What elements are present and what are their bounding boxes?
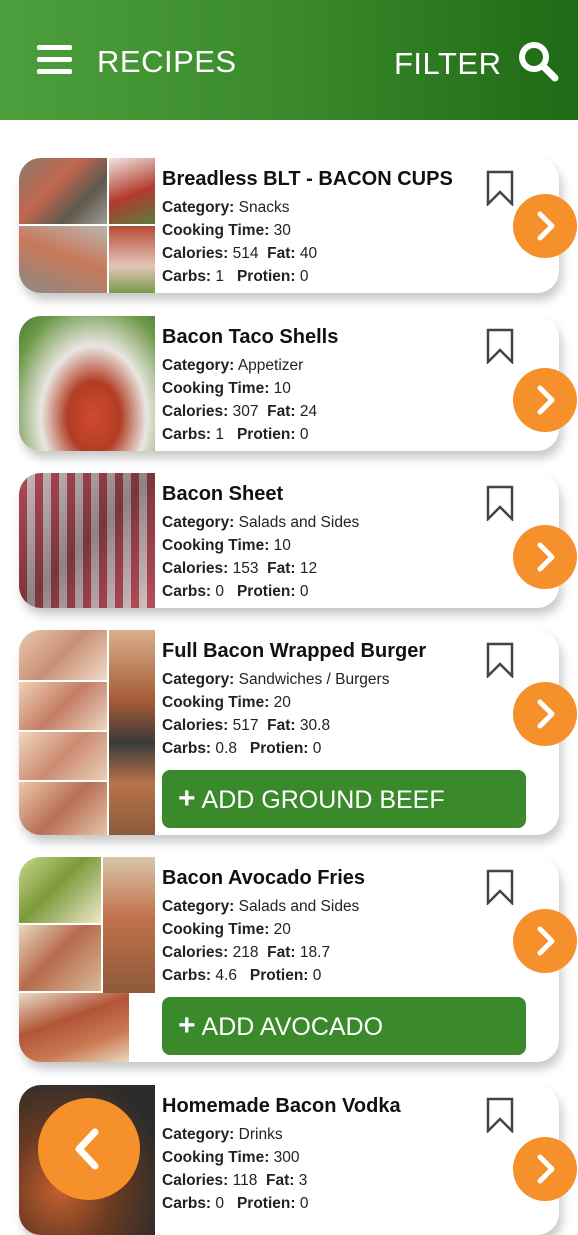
page-title: RECIPES [97,44,237,79]
chevron-right-icon [537,926,555,956]
bookmark-icon[interactable] [486,1097,514,1135]
bookmark-icon[interactable] [486,170,514,208]
recipe-category: Category: Salads and Sides [162,514,360,531]
recipe-thumbnail [19,316,155,451]
recipe-carbs-protein: Carbs: 0.8 Protien: 0 [162,740,322,757]
recipe-cooking-time: Cooking Time: 30 [162,222,291,239]
recipe-calories-fat: Calories: 153 Fat: 12 [162,560,318,577]
recipe-calories-fat: Calories: 118 Fat: 3 [162,1172,308,1189]
filter-button[interactable]: FILTER [394,46,502,82]
chevron-right-icon [537,699,555,729]
chevron-right-icon [537,211,555,241]
add-ingredient-button[interactable]: + ADD GROUND BEEF [162,770,526,828]
recipe-calories-fat: Calories: 514 Fat: 40 [162,245,318,262]
open-recipe-button[interactable] [513,1137,577,1201]
search-icon[interactable] [517,40,561,84]
recipe-thumbnail [19,630,155,835]
recipe-calories-fat: Calories: 517 Fat: 30.8 [162,717,331,734]
recipe-card[interactable]: Full Bacon Wrapped Burger Category: Sand… [19,630,577,835]
recipe-cooking-time: Cooking Time: 20 [162,921,291,938]
chevron-right-icon [537,1154,555,1184]
open-recipe-button[interactable] [513,194,577,258]
recipe-title: Bacon Sheet [162,483,284,505]
recipe-title: Full Bacon Wrapped Burger [162,640,427,662]
recipe-carbs-protein: Carbs: 4.6 Protien: 0 [162,967,322,984]
bookmark-icon[interactable] [486,869,514,907]
open-recipe-button[interactable] [513,909,577,973]
recipe-card[interactable]: Bacon Sheet Category: Salads and Sides C… [19,473,577,608]
add-ingredient-label: ADD AVOCADO [201,1013,384,1041]
bookmark-icon[interactable] [486,328,514,366]
recipe-calories-fat: Calories: 307 Fat: 24 [162,403,318,420]
plus-icon: + [178,1009,196,1042]
recipe-cooking-time: Cooking Time: 10 [162,380,291,397]
add-ingredient-button[interactable]: + ADD AVOCADO [162,997,526,1055]
recipe-title: Homemade Bacon Vodka [162,1095,401,1117]
recipe-category: Category: Appetizer [162,357,304,374]
recipe-carbs-protein: Carbs: 1 Protien: 0 [162,426,309,443]
recipe-title: Breadless BLT - BACON CUPS [162,168,453,190]
open-recipe-button[interactable] [513,525,577,589]
recipe-title: Bacon Taco Shells [162,326,339,348]
add-ingredient-label: ADD GROUND BEEF [201,786,445,814]
chevron-left-icon [75,1128,99,1170]
recipe-carbs-protein: Carbs: 0 Protien: 0 [162,1195,309,1212]
bookmark-icon[interactable] [486,642,514,680]
recipe-carbs-protein: Carbs: 1 Protien: 0 [162,268,309,285]
recipe-card[interactable]: Breadless BLT - BACON CUPS Category: Sna… [19,158,577,293]
chevron-right-icon [537,385,555,415]
recipe-cooking-time: Cooking Time: 300 [162,1149,300,1166]
recipe-title: Bacon Avocado Fries [162,867,366,889]
open-recipe-button[interactable] [513,682,577,746]
recipe-card[interactable]: Bacon Avocado Fries Category: Salads and… [19,857,577,1062]
bookmark-icon[interactable] [486,485,514,523]
recipe-carbs-protein: Carbs: 0 Protien: 0 [162,583,309,600]
recipe-cooking-time: Cooking Time: 20 [162,694,291,711]
recipe-category: Category: Drinks [162,1126,283,1143]
plus-icon: + [178,782,196,815]
recipe-list[interactable]: Breadless BLT - BACON CUPS Category: Sna… [0,120,578,1235]
recipe-cooking-time: Cooking Time: 10 [162,537,291,554]
recipe-category: Category: Snacks [162,199,290,216]
chevron-right-icon [537,542,555,572]
app-header: RECIPES FILTER [0,0,578,120]
hamburger-menu-icon[interactable] [37,45,72,75]
open-recipe-button[interactable] [513,368,577,432]
recipe-thumbnail [19,158,155,293]
recipe-category: Category: Salads and Sides [162,898,360,915]
recipe-thumbnail [19,473,155,608]
recipe-card[interactable]: Bacon Taco Shells Category: Appetizer Co… [19,316,577,451]
back-button[interactable] [38,1098,140,1200]
recipe-category: Category: Sandwiches / Burgers [162,671,390,688]
recipe-calories-fat: Calories: 218 Fat: 18.7 [162,944,331,961]
recipe-thumbnail [19,857,155,1062]
